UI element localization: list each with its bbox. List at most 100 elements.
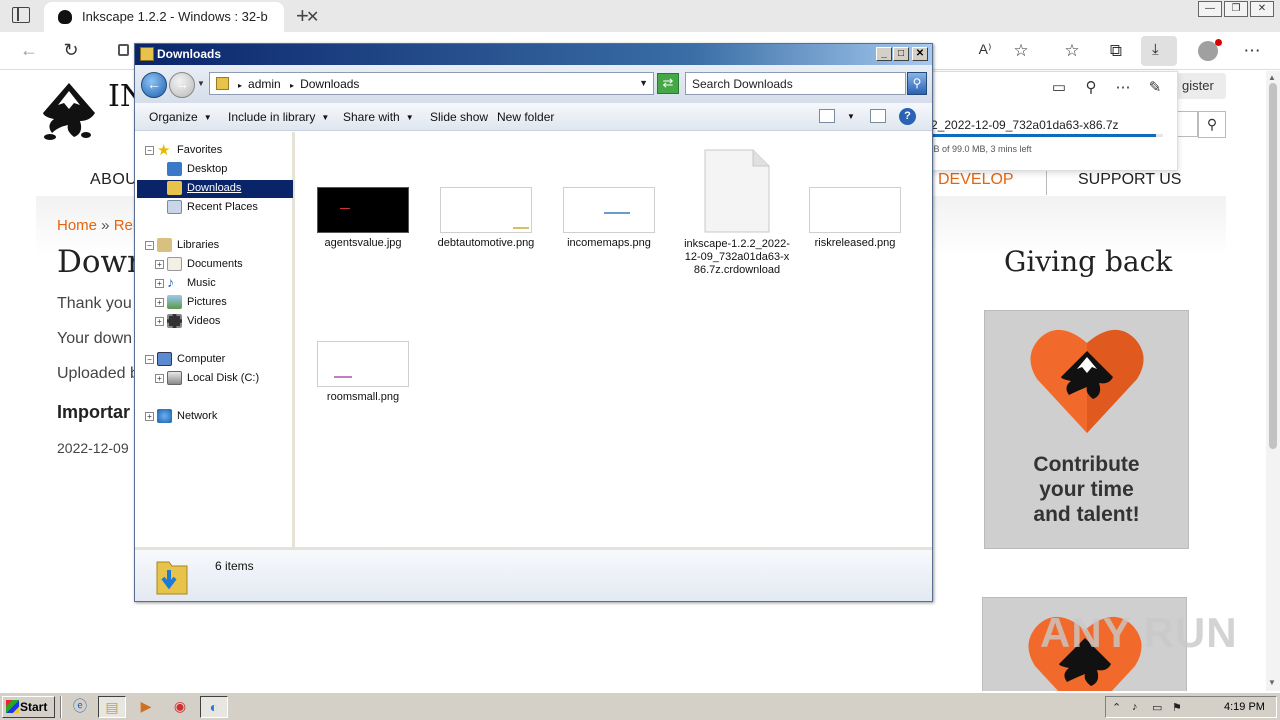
read-aloud-icon[interactable]: A⁾: [974, 41, 996, 58]
search-downloads-icon[interactable]: ⚲: [1081, 78, 1101, 96]
pin-icon[interactable]: ✎: [1145, 78, 1165, 96]
start-button[interactable]: Start: [2, 696, 55, 718]
action-center-icon[interactable]: ⚑: [1172, 701, 1182, 714]
path-segment-downloads[interactable]: Downloads: [300, 77, 359, 91]
site-search-icon[interactable]: ⚲: [1198, 111, 1226, 138]
lock-icon[interactable]: [118, 44, 129, 56]
more-options-icon[interactable]: ⋯: [1113, 78, 1133, 96]
tab-actions-icon[interactable]: [12, 7, 30, 23]
nav-about-link[interactable]: ABOU: [90, 171, 137, 189]
new-tab-button[interactable]: +: [296, 3, 309, 29]
internet-explorer-icon[interactable]: ⓔ: [66, 696, 94, 718]
collections-icon[interactable]: ⧉: [1105, 41, 1127, 61]
open-folder-icon[interactable]: ▭: [1049, 78, 1069, 96]
favorites-icon[interactable]: ☆: [1061, 41, 1083, 61]
breadcrumb-home-link[interactable]: Home: [57, 217, 97, 234]
browser-tab[interactable]: Inkscape 1.2.2 - Windows : 32-bit ✕: [44, 2, 319, 32]
network-tray-icon[interactable]: ▭: [1152, 701, 1162, 714]
explorer-minimize-button[interactable]: _: [876, 47, 892, 61]
tree-item-libraries[interactable]: − Libraries: [137, 237, 293, 255]
tree-item-pictures[interactable]: + Pictures: [137, 294, 293, 312]
tree-item-downloads[interactable]: Downloads: [137, 180, 293, 198]
profile-avatar[interactable]: [1198, 39, 1222, 61]
collapse-icon[interactable]: −: [145, 146, 154, 155]
file-item[interactable]: inkscape-1.2.2_2022-12-09_732a01da63-x86…: [682, 148, 792, 277]
path-separator-icon[interactable]: ▸: [290, 81, 294, 90]
collapse-icon[interactable]: −: [145, 355, 154, 364]
new-folder-button[interactable]: New folder: [497, 110, 554, 124]
close-button[interactable]: ✕: [1250, 1, 1274, 17]
tree-item-videos[interactable]: + Videos: [137, 313, 293, 331]
add-favorite-icon[interactable]: ☆: [1010, 41, 1032, 61]
more-menu-icon[interactable]: ⋯: [1241, 41, 1263, 61]
explorer-close-button[interactable]: ✕: [912, 47, 928, 61]
expand-icon[interactable]: +: [155, 260, 164, 269]
tree-item-computer[interactable]: − Computer: [137, 351, 293, 369]
path-separator-icon[interactable]: ▸: [238, 81, 242, 90]
media-player-icon[interactable]: ▶: [132, 696, 160, 718]
chrome-icon[interactable]: ◉: [166, 696, 194, 718]
nav-support-link[interactable]: SUPPORT US: [1078, 171, 1181, 189]
tree-item-music[interactable]: + ♪ Music: [137, 274, 293, 293]
help-icon[interactable]: ?: [899, 108, 916, 125]
recent-pages-icon[interactable]: ▼: [197, 79, 205, 88]
back-icon[interactable]: ←: [141, 72, 167, 98]
restore-button[interactable]: ❐: [1224, 1, 1248, 17]
expand-icon[interactable]: +: [145, 412, 154, 421]
file-item[interactable]: roomsmall.png: [313, 341, 413, 404]
clock[interactable]: 4:19 PM: [1224, 701, 1265, 713]
tree-item-local-disk[interactable]: + Local Disk (C:): [137, 370, 293, 388]
slide-show-button[interactable]: Slide show: [430, 110, 488, 124]
search-downloads-input[interactable]: Search Downloads: [685, 72, 906, 95]
edge-icon[interactable]: ◐: [200, 696, 228, 718]
forward-icon[interactable]: →: [169, 72, 195, 98]
scroll-down-icon[interactable]: ▼: [1268, 678, 1276, 687]
path-segment-admin[interactable]: admin: [248, 77, 281, 91]
image-thumbnail: [317, 187, 409, 233]
change-view-icon[interactable]: [819, 109, 835, 123]
tree-item-desktop[interactable]: Desktop: [137, 161, 293, 179]
preview-pane-icon[interactable]: [870, 109, 886, 123]
explorer-titlebar[interactable]: Downloads _ □ ✕: [135, 44, 932, 65]
scroll-up-icon[interactable]: ▲: [1268, 73, 1276, 82]
explorer-navbar: ← → ▼ ▸ admin ▸ Downloads ▼ ⇄ Search Downl…: [135, 65, 932, 103]
path-dropdown-icon[interactable]: ▼: [639, 78, 648, 88]
search-icon[interactable]: ⚲: [907, 72, 927, 95]
tree-item-favorites[interactable]: − ★ Favorites: [137, 142, 293, 160]
tree-item-network[interactable]: + Network: [137, 408, 293, 426]
tree-item-documents[interactable]: + Documents: [137, 256, 293, 274]
tab-title: Inkscape 1.2.2 - Windows : 32-bit: [82, 9, 268, 24]
page-scrollbar[interactable]: ▲ ▼: [1266, 71, 1280, 691]
expand-icon[interactable]: +: [155, 317, 164, 326]
collapse-icon[interactable]: −: [145, 241, 154, 250]
refresh-icon[interactable]: ↻: [60, 40, 82, 61]
download-filename[interactable]: 2_2022-12-09_732a01da63-x86.7z: [931, 118, 1119, 132]
organize-menu[interactable]: Organize ▼: [149, 110, 212, 124]
file-item[interactable]: incomemaps.png: [559, 187, 659, 250]
file-item[interactable]: riskreleased.png: [805, 187, 905, 250]
file-explorer-icon[interactable]: ▤: [98, 696, 126, 718]
volume-icon[interactable]: ♪: [1132, 701, 1138, 713]
tree-item-recent-places[interactable]: Recent Places: [137, 199, 293, 217]
register-button[interactable]: gister: [1176, 73, 1226, 99]
expand-icon[interactable]: +: [155, 279, 164, 288]
minimize-button[interactable]: —: [1198, 1, 1222, 17]
expand-icon[interactable]: +: [155, 298, 164, 307]
share-with-menu[interactable]: Share with ▼: [343, 110, 414, 124]
back-arrow-icon[interactable]: ←: [18, 40, 40, 61]
include-in-library-menu[interactable]: Include in library ▼: [228, 110, 329, 124]
expand-icon[interactable]: +: [155, 374, 164, 383]
refresh-icon[interactable]: ⇄: [657, 73, 679, 94]
file-item[interactable]: debtautomotive.png: [436, 187, 536, 250]
scroll-thumb[interactable]: [1269, 83, 1277, 449]
file-item[interactable]: agentsvalue.jpg: [313, 187, 413, 250]
explorer-maximize-button[interactable]: □: [893, 47, 909, 61]
show-hidden-icons-icon[interactable]: ⌃: [1112, 701, 1121, 714]
site-search-input[interactable]: [1178, 111, 1198, 137]
view-options-dropdown-icon[interactable]: ▼: [847, 112, 855, 121]
contribute-card[interactable]: Contribute your time and talent!: [984, 310, 1189, 549]
nav-develop-link[interactable]: DEVELOP: [938, 171, 1014, 189]
breadcrumb-release-link[interactable]: Rel: [114, 217, 137, 234]
address-path[interactable]: ▸ admin ▸ Downloads ▼: [209, 72, 654, 95]
downloads-button[interactable]: ⤓: [1141, 36, 1177, 66]
